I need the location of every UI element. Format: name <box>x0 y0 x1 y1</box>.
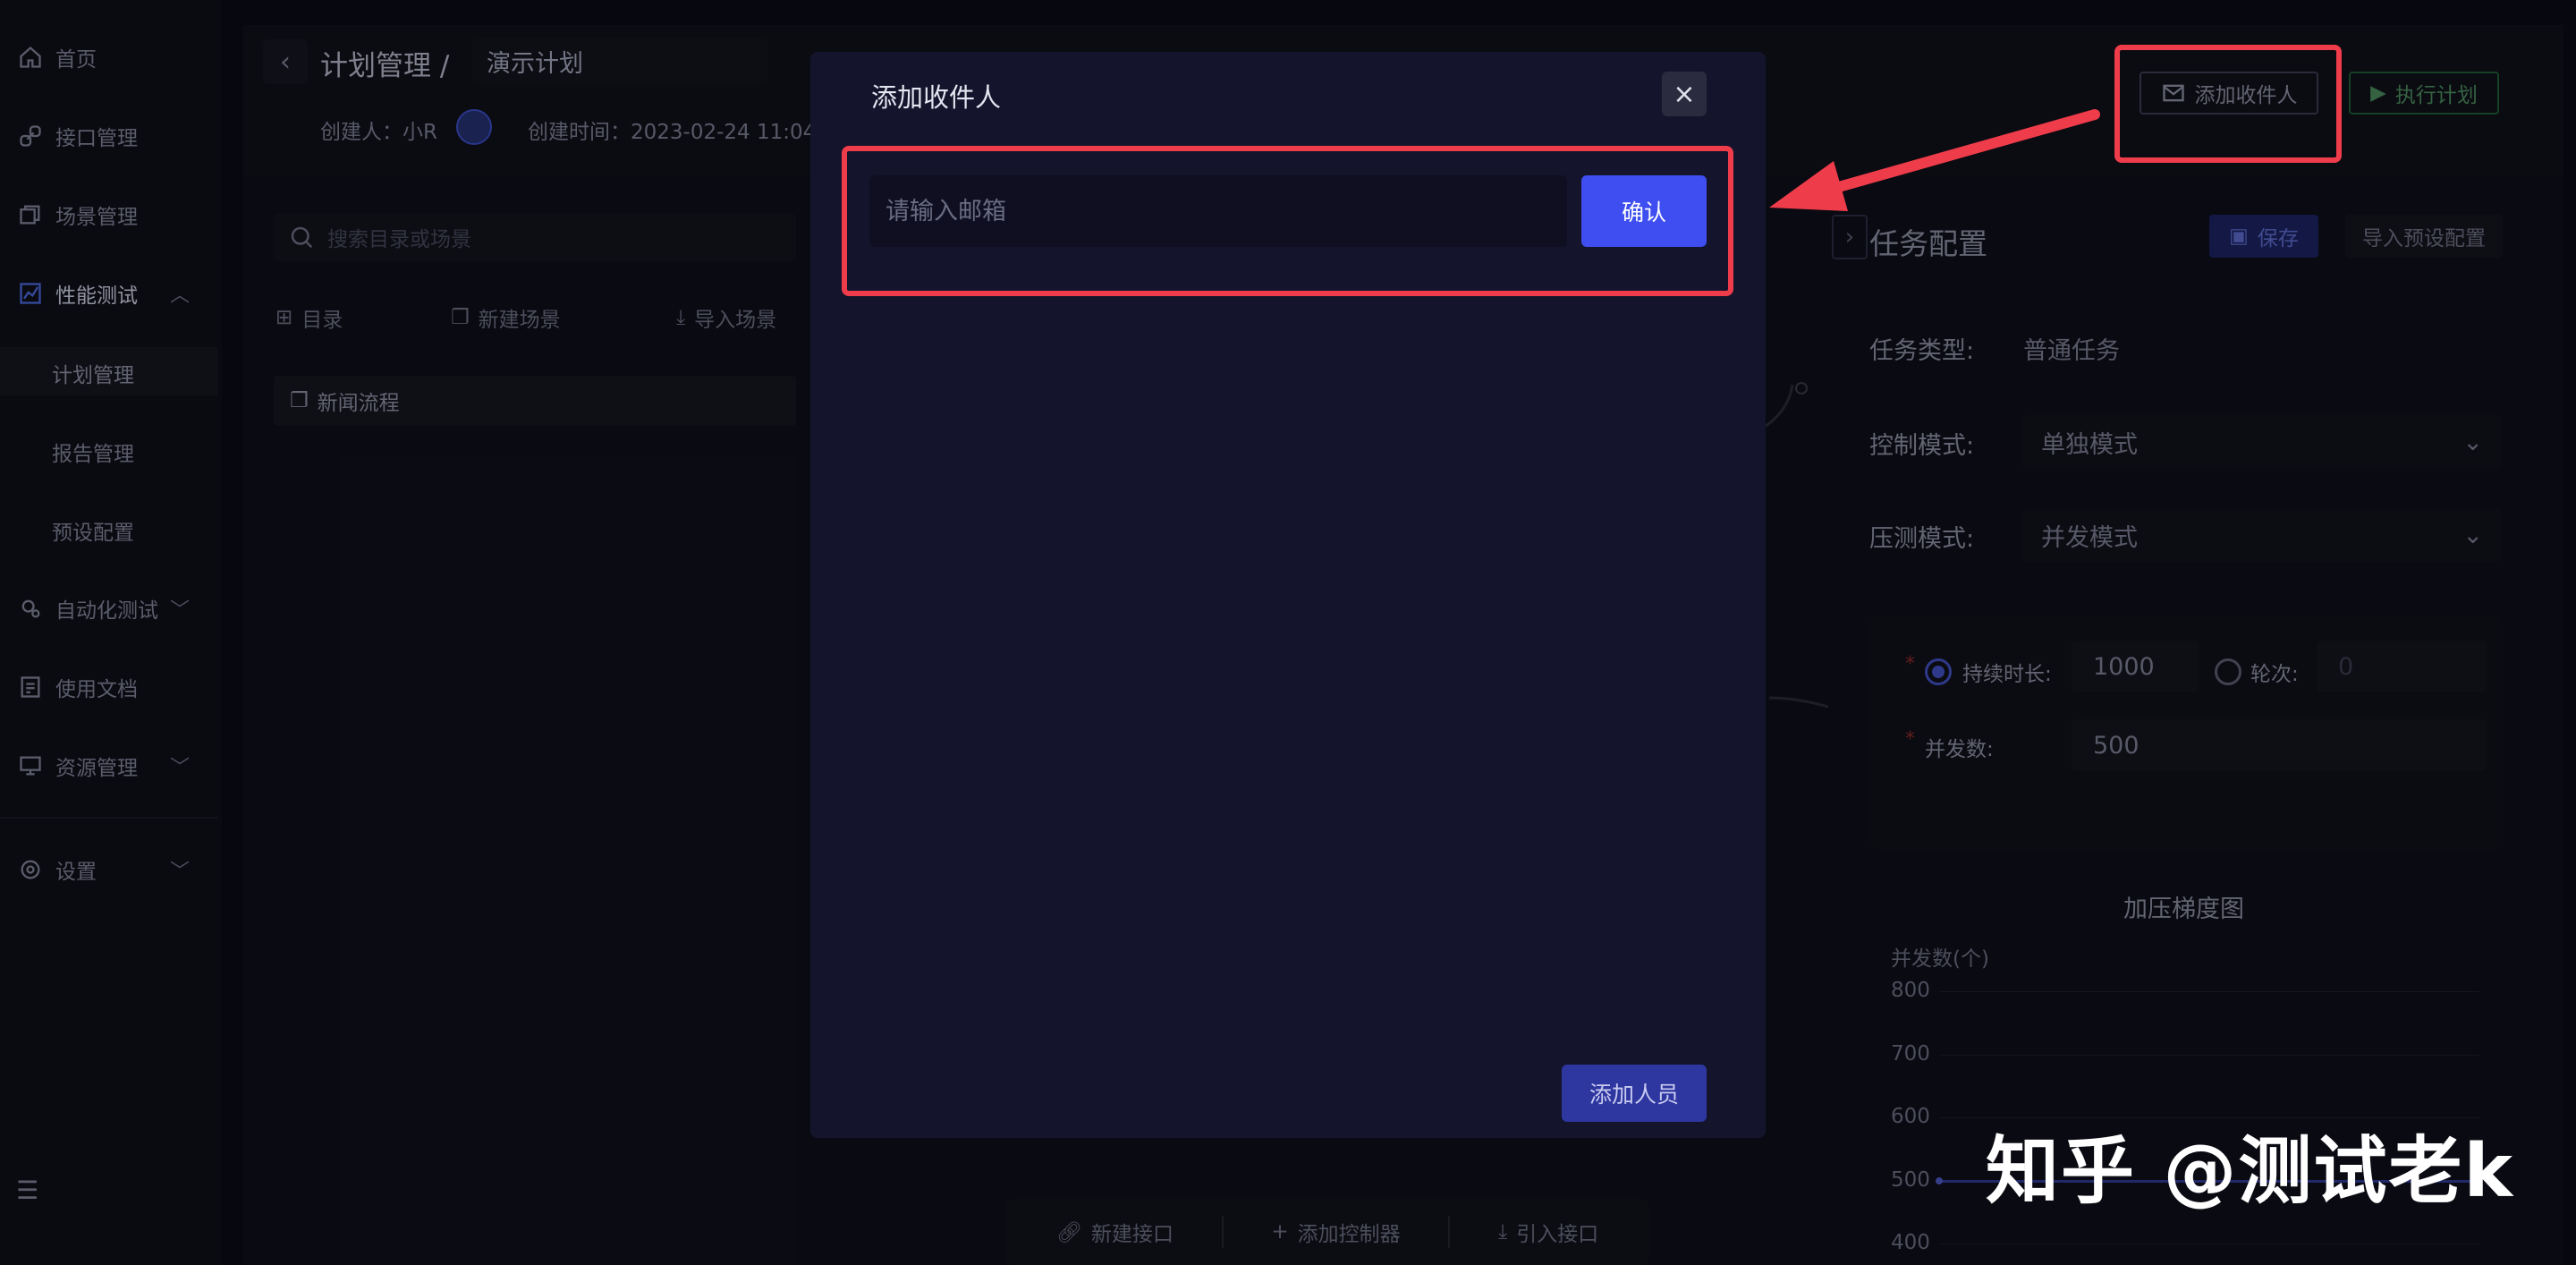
highlight-box-recipient <box>2114 45 2342 163</box>
close-button[interactable]: × <box>1662 72 1707 116</box>
add-member-button[interactable]: 添加人员 <box>1562 1065 1707 1122</box>
annotation-arrow <box>1769 109 2100 211</box>
close-icon: × <box>1673 78 1696 110</box>
highlight-box-email <box>842 146 1733 296</box>
watermark: 知乎 @测试老k <box>1986 1129 2515 1214</box>
modal-title: 添加收件人 <box>871 82 1002 113</box>
